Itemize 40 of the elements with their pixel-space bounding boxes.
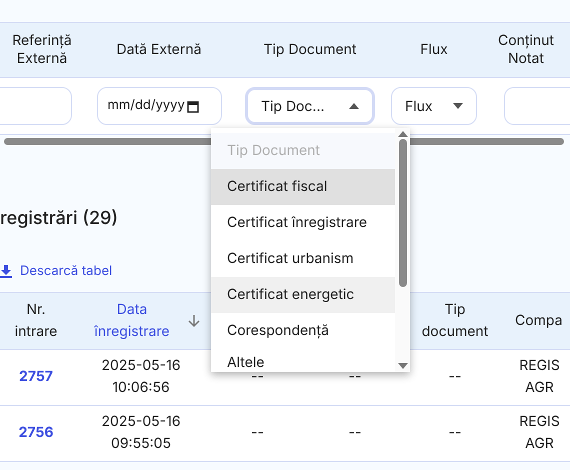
column-header: Conținut Notat: [497, 32, 555, 68]
download-link[interactable]: Descarcă tabel: [20, 262, 112, 282]
dropdown-option[interactable]: Certificat energetic: [211, 277, 395, 313]
dropdown-option[interactable]: Certificat înregistrare: [211, 205, 395, 241]
dropdown-option[interactable]: Certificat urbanism: [211, 241, 395, 277]
entry-number-link[interactable]: 2756: [18, 422, 54, 444]
dropdown-option[interactable]: Corespondență: [211, 313, 395, 349]
table-cell-text: --: [448, 423, 462, 443]
table-cell-text: REGIS AGR: [518, 412, 561, 454]
table-cell-text: 2025-05-16 09:55:05: [100, 412, 182, 454]
section-title: registrări (29): [0, 208, 118, 229]
scrollbar-thumb[interactable]: [398, 139, 406, 287]
column-header: Referință Externă: [11, 32, 73, 68]
calendar-icon: [186, 100, 199, 112]
column-header[interactable]: Data înregistrare: [82, 298, 182, 342]
table-cell-text: --: [251, 423, 264, 443]
table-cell-text: --: [348, 423, 362, 443]
table-cell-text: 2025-05-16 10:06:56: [100, 356, 182, 398]
column-header: Dată Externă: [116, 41, 202, 59]
select-field[interactable]: Flux: [391, 87, 477, 125]
download-icon: [0, 265, 12, 278]
filter-field[interactable]: [0, 87, 72, 125]
table-cell-text: REGIS AGR: [518, 356, 561, 398]
column-header[interactable]: Compa: [515, 310, 562, 332]
dropdown-option: Tip Document: [211, 133, 395, 169]
table-cell-text: --: [448, 367, 462, 387]
column-header: Tip Document: [264, 41, 356, 59]
column-header: Flux: [420, 41, 448, 59]
scroll-down-icon[interactable]: [398, 363, 408, 370]
sort-arrow-icon[interactable]: [188, 314, 200, 328]
caret-icon: [453, 103, 463, 109]
caret-icon: [349, 103, 359, 109]
filter-field[interactable]: [504, 87, 570, 125]
select-field[interactable]: Tip Doc...: [245, 87, 375, 125]
dropdown-option[interactable]: Certificat fiscal: [211, 169, 395, 205]
column-header[interactable]: Nr. intrare: [6, 298, 66, 342]
date-field[interactable]: mm/dd/yyyy: [96, 87, 222, 125]
dropdown-scrollbar[interactable]: [395, 128, 410, 372]
entry-number-link[interactable]: 2757: [19, 366, 53, 388]
column-header[interactable]: Tip document: [415, 298, 495, 342]
